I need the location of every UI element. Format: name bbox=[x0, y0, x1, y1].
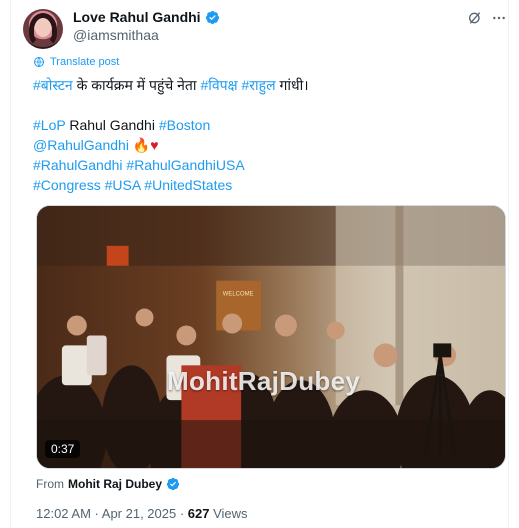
source-prefix: From bbox=[36, 477, 64, 491]
emoji-text: 🔥♥ bbox=[128, 137, 159, 153]
source-name[interactable]: Mohit Raj Dubey bbox=[68, 477, 162, 491]
translate-post-link[interactable]: Translate post bbox=[33, 56, 119, 68]
video-watermark: MohitRajDubey bbox=[167, 366, 361, 396]
hashtag[interactable]: #Boston bbox=[159, 117, 210, 133]
more-icon[interactable] bbox=[491, 10, 507, 26]
meta-separator: · bbox=[90, 506, 102, 521]
author-handle[interactable]: @iamsmithaa bbox=[73, 27, 159, 43]
grok-icon[interactable] bbox=[467, 10, 483, 26]
hashtag[interactable]: #राहुल bbox=[242, 77, 276, 93]
video-duration-badge: 0:37 bbox=[45, 440, 81, 458]
avatar[interactable] bbox=[23, 9, 63, 49]
verified-badge-icon bbox=[166, 477, 180, 491]
video-player[interactable]: WELCOME MohitRajDubey 0:37 bbox=[36, 205, 506, 469]
hashtag[interactable]: #बोस्टन bbox=[33, 77, 73, 93]
views-count: 627 bbox=[187, 506, 210, 521]
video-frame: WELCOME bbox=[37, 206, 505, 468]
mention[interactable]: @RahulGandhi bbox=[33, 137, 129, 153]
globe-icon bbox=[34, 57, 44, 67]
views-label: Views bbox=[209, 506, 248, 521]
tweet-text-segment: के कार्यक्रम में पहुंचे नेता bbox=[72, 77, 201, 93]
hashtag[interactable]: #Congress bbox=[33, 177, 101, 193]
translate-label[interactable]: Translate post bbox=[50, 56, 119, 68]
tweet-text: #बोस्टन के कार्यक्रम में पहुंचे नेता #वि… bbox=[33, 75, 503, 195]
hashtag[interactable]: #विपक्ष bbox=[200, 77, 237, 93]
verified-badge-icon bbox=[205, 10, 219, 24]
banner-text: WELCOME bbox=[223, 292, 254, 298]
tweet-meta: 12:02 AM · Apr 21, 2025 · 627 Views bbox=[36, 506, 248, 521]
avatar-face bbox=[35, 19, 51, 37]
tweet-card: Love Rahul Gandhi @iamsmithaa Translate … bbox=[10, 0, 509, 528]
hashtag[interactable]: #RahulGandhi bbox=[33, 157, 123, 173]
hashtag[interactable]: #USA bbox=[105, 177, 141, 193]
hashtag[interactable]: #UnitedStates bbox=[144, 177, 232, 193]
tweet-text-segment: गांधी। bbox=[275, 77, 309, 93]
tweet-time[interactable]: 12:02 AM bbox=[36, 506, 91, 521]
meta-separator: · bbox=[176, 506, 188, 521]
tweet-text-segment: Rahul Gandhi bbox=[65, 117, 159, 133]
hashtag[interactable]: #LoP bbox=[33, 117, 65, 133]
tweet-date[interactable]: Apr 21, 2025 bbox=[102, 506, 176, 521]
hashtag[interactable]: #RahulGandhiUSA bbox=[126, 157, 244, 173]
video-source: From Mohit Raj Dubey bbox=[36, 477, 180, 491]
author-name-row[interactable]: Love Rahul Gandhi bbox=[73, 9, 220, 25]
display-name[interactable]: Love Rahul Gandhi bbox=[73, 9, 201, 25]
